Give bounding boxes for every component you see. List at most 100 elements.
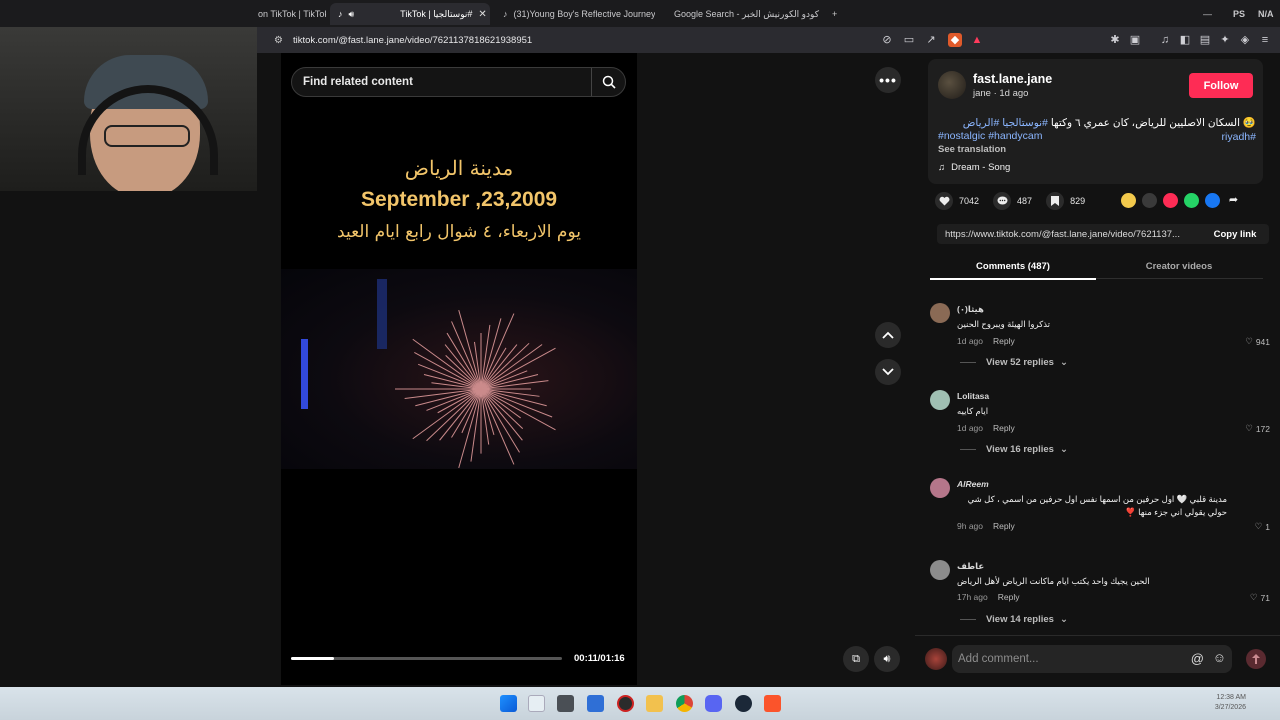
obs-icon[interactable] [617,695,634,712]
comment-like[interactable]: ♡ 172 [1245,423,1270,434]
tiktok-icon: ♪ [503,9,508,19]
na-badge: N/A [1258,9,1274,19]
comment-like[interactable]: ♡ 71 [1250,592,1270,603]
add-comment-input[interactable]: Add comment... @ ☺ [952,645,1232,673]
reply-button[interactable]: Reply [993,423,1015,433]
start-icon[interactable] [500,695,517,712]
firework-spark [423,374,482,390]
new-tab-button[interactable]: + [824,3,844,25]
tab-creator-videos[interactable]: Creator videos [1096,261,1262,272]
reply-button[interactable]: Reply [993,521,1015,531]
system-clock[interactable]: 12:38 AM 3/27/2026 [1215,693,1246,713]
repost-icon[interactable] [1121,193,1136,208]
comment-like[interactable]: ♡ 941 [1245,336,1270,347]
ellipsis-icon: ••• [879,72,897,88]
tab-google[interactable]: Google Search - كودو الكورنيش الخبر [660,3,820,25]
site-settings-icon[interactable]: ⚙ [274,35,283,46]
video-link[interactable]: https://www.tiktok.com/@fast.lane.jane/v… [945,229,1180,240]
commenter-name[interactable]: عاطف [957,561,984,572]
task-view-icon[interactable] [557,695,574,712]
commenter-name[interactable]: Lolitasa [957,391,989,401]
music-link[interactable]: ♫ Dream - Song [938,162,1010,173]
comment-time: 17h ago [957,592,988,602]
next-video-button[interactable] [875,359,901,385]
minimize-button[interactable]: — [1195,3,1215,25]
search-taskbar-icon[interactable] [528,695,545,712]
comment-stat[interactable]: 487 [993,192,1032,210]
tab-tiktok-1[interactable]: on TikTok | TikTok [250,3,326,25]
send-to-friends-icon[interactable] [1163,193,1178,208]
search-button[interactable] [591,68,625,96]
arrow-up-icon [1252,654,1260,664]
embed-icon[interactable] [1142,193,1157,208]
brave-rewards-icon[interactable]: ▲ [970,33,984,47]
speaker-icon: 🔊︎ [883,652,891,665]
menu-icon[interactable]: ≡ [1258,33,1272,47]
tab-youtube[interactable]: ♪ (31)Young Boy's Reflective Journey In [495,3,655,25]
chrome-icon[interactable] [676,695,693,712]
divider [960,449,976,450]
steam-icon[interactable] [735,695,752,712]
speaker-icon[interactable]: 🔊︎ [349,9,355,20]
video-time: 00:11/01:16 [574,653,625,664]
search-input[interactable]: Find related content [291,67,626,97]
whatsapp-icon[interactable] [1184,193,1199,208]
more-options-button[interactable]: ••• [875,67,901,93]
file-explorer-icon[interactable] [646,695,663,712]
screenshot-icon[interactable]: ▣ [1128,33,1142,47]
progress-bar[interactable] [291,657,562,660]
url-text: tiktok.com/@fast.lane.jane/video/7621137… [292,34,533,46]
view-replies-button[interactable]: View 16 replies ⌄ [960,444,1068,455]
see-translation-link[interactable]: See translation [938,144,1006,155]
discord-icon[interactable] [705,695,722,712]
reply-button[interactable]: Reply [998,592,1020,602]
commenter-name[interactable]: هيثا(٠) [957,304,984,315]
emoji-icon[interactable]: ☺ [1213,650,1226,665]
video-player[interactable]: Find related content مدينة الرياض Septem… [281,53,637,685]
brave-taskbar-icon[interactable] [764,695,781,712]
extensions-icon[interactable]: ✱ [1108,33,1122,47]
follow-button[interactable]: Follow [1189,73,1253,98]
firework-spark [415,388,482,407]
creator-avatar[interactable] [938,71,966,99]
view-replies-button[interactable]: View 52 replies ⌄ [960,357,1068,368]
wallet-icon[interactable]: ▤ [1198,33,1212,47]
widgets-icon[interactable] [587,695,604,712]
previous-video-button[interactable] [875,322,901,348]
leo-ai-icon[interactable]: ✦ [1218,33,1232,47]
sidebar-icon[interactable]: ◧ [1178,33,1192,47]
mention-icon[interactable]: @ [1191,651,1204,666]
commenter-avatar[interactable] [930,303,950,323]
floating-player-button[interactable]: ⧉ [843,646,869,672]
commenter-name[interactable]: AlReem [957,479,989,489]
tab-comments[interactable]: Comments (487) [930,261,1096,272]
vpn-icon[interactable]: ◈ [1238,33,1252,47]
commenter-avatar[interactable] [930,560,950,580]
volume-button[interactable]: 🔊︎ [874,646,900,672]
tab-label: on TikTok | TikTok [258,9,326,19]
comment-like[interactable]: ♡ 1 [1255,521,1270,532]
fireworks-frame [281,269,637,469]
comment-text: تذكروا الهيئة ويبروح الحنين [957,319,1051,329]
copy-link-button[interactable]: Copy link [1201,224,1269,244]
firework-spark [458,388,482,469]
commenter-avatar[interactable] [930,478,950,498]
like-stat[interactable]: 7042 [935,192,979,210]
media-icon[interactable]: ♫ [1158,33,1172,47]
post-comment-button[interactable] [1246,649,1266,669]
save-stat[interactable]: 829 [1046,192,1085,210]
cast-icon[interactable]: ▭ [902,33,916,47]
view-replies-button[interactable]: View 14 replies ⌄ [960,614,1068,625]
facebook-icon[interactable] [1205,193,1220,208]
commenter-avatar[interactable] [930,390,950,410]
brave-shield-icon[interactable]: ◆ [948,33,962,47]
reply-button[interactable]: Reply [993,336,1015,346]
heart-outline-icon: ♡ [1254,521,1263,531]
close-tab-icon[interactable]: ✕ [478,9,486,20]
creator-username[interactable]: fast.lane.jane [973,72,1052,86]
share-page-icon[interactable]: ↗ [924,33,938,47]
share-arrow-icon[interactable]: ➦ [1226,193,1241,208]
no-tracking-icon[interactable]: ⊘ [880,33,894,47]
tab-tiktok-active[interactable]: ♪ 🔊︎ TikTok | نوستالجيا# ✕ [330,3,490,25]
caption-hashtags-latin[interactable]: #nostalgic #handycam [938,130,1042,142]
